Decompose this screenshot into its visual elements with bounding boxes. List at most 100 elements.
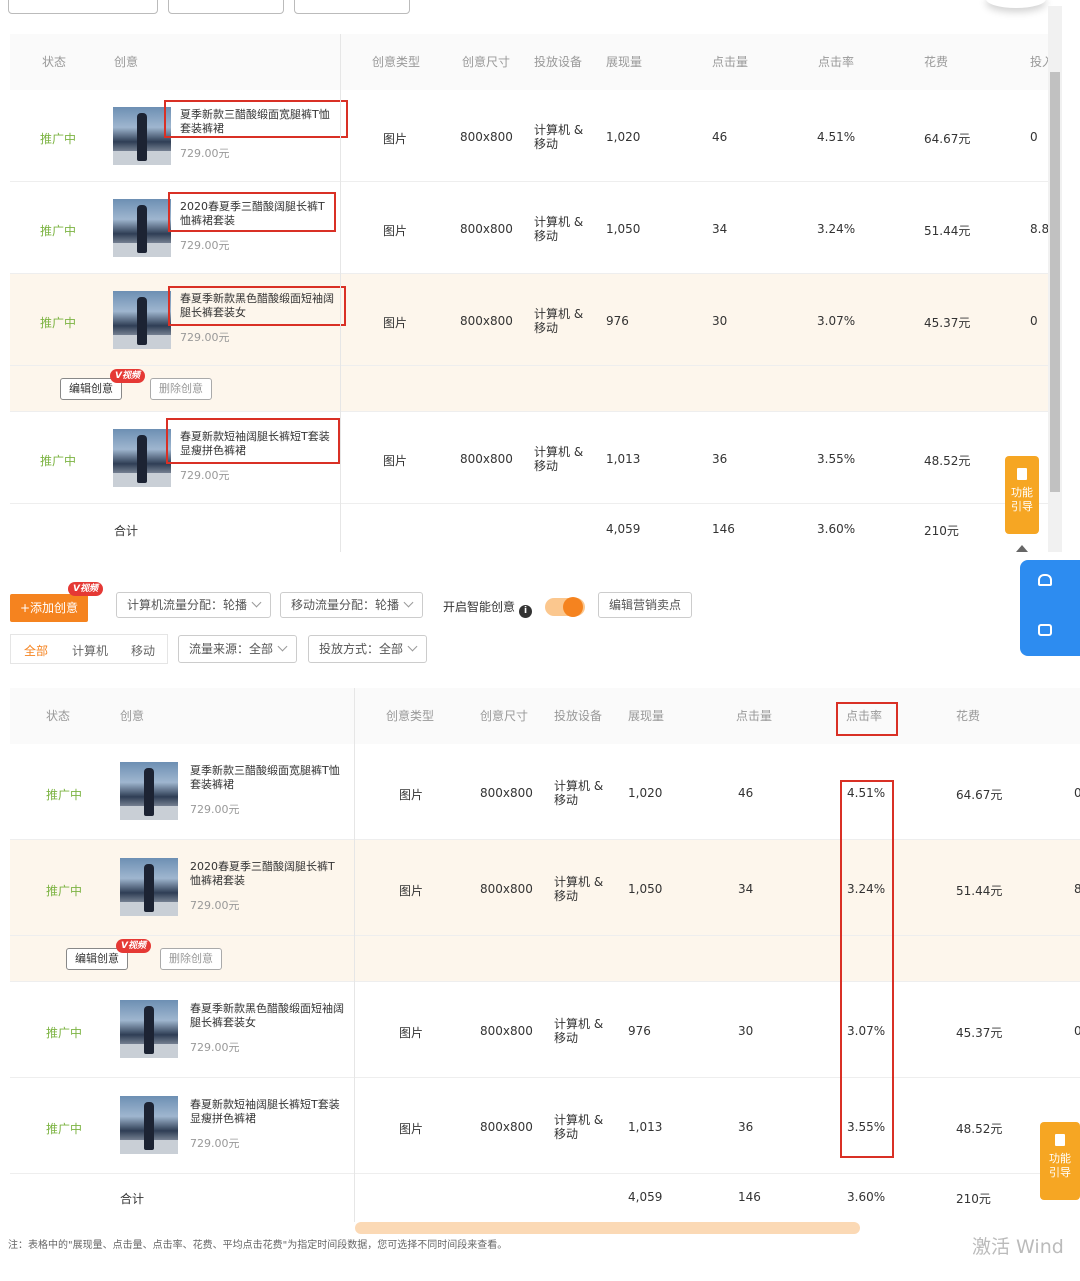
- creative-title[interactable]: 春夏新款短袖阔腿长裤短T套装显瘦拼色裤裙: [190, 1098, 350, 1126]
- table-row[interactable]: 推广中 春夏新款短袖阔腿长裤短T套装显瘦拼色裤裙 729.00元 图片 800x…: [10, 1078, 1080, 1174]
- creative-price: 729.00元: [190, 1137, 240, 1150]
- creative-price: 729.00元: [180, 239, 230, 252]
- tab-pc[interactable]: 计算机: [72, 642, 108, 659]
- creative-price: 729.00元: [180, 147, 230, 160]
- product-thumbnail[interactable]: [113, 107, 171, 165]
- delete-creative-button[interactable]: 删除创意: [160, 948, 222, 970]
- col-status: 状态: [42, 55, 67, 69]
- creative-title[interactable]: 2020春夏季三醋酸阔腿长裤T恤裤裙套装: [190, 860, 345, 888]
- guide-line2: 引导: [1011, 500, 1033, 513]
- product-thumbnail[interactable]: [113, 291, 171, 349]
- vertical-scrollbar[interactable]: [1048, 6, 1062, 552]
- top-filter-box[interactable]: [8, 0, 158, 14]
- impressions-cell: 976: [606, 314, 629, 328]
- mobile-flow-label: 移动流量分配：轮播: [291, 598, 400, 612]
- mobile-flow-select[interactable]: 移动流量分配：轮播: [280, 592, 424, 618]
- product-thumbnail[interactable]: [113, 429, 171, 487]
- product-thumbnail[interactable]: [120, 1000, 178, 1058]
- table-row[interactable]: 推广中 2020春夏季三醋酸阔腿长裤T恤裤裙套装 729.00元 图片 800x…: [10, 182, 1048, 274]
- bell-icon[interactable]: [1038, 574, 1052, 586]
- type-cell: 图片: [399, 1122, 424, 1136]
- annotation-box-ctr-header: [836, 702, 898, 736]
- video-badge: V视频: [68, 582, 103, 596]
- cost-cell: 45.37元: [924, 316, 971, 330]
- chevron-down-icon: [277, 641, 288, 652]
- col-status: 状态: [46, 709, 71, 723]
- table-row[interactable]: 推广中 2020春夏季三醋酸阔腿长裤T恤裤裙套装 729.00元 图片 800x…: [10, 840, 1080, 936]
- edit-selling-points-button[interactable]: 编辑营销卖点: [598, 592, 693, 618]
- col-impressions: 展现量: [606, 55, 643, 69]
- col-clicks: 点击量: [736, 709, 773, 723]
- traffic-source-select[interactable]: 流量来源：全部: [178, 635, 298, 663]
- chevron-down-icon: [251, 597, 262, 608]
- table-row[interactable]: 推广中 夏季新款三醋酸缎面宽腿裤T恤套装裤裙 729.00元 图片 800x80…: [10, 90, 1048, 182]
- delete-creative-button[interactable]: 删除创意: [150, 378, 212, 400]
- scroll-up-icon[interactable]: [1016, 545, 1028, 552]
- roi-cell: 8.8: [1030, 222, 1048, 236]
- annotation-box: [164, 100, 348, 138]
- annotation-box-ctr-column: [840, 780, 894, 1158]
- delivery-mode-select[interactable]: 投放方式：全部: [308, 635, 428, 663]
- chat-icon[interactable]: [1038, 624, 1052, 636]
- ctr-cell: 3.24%: [817, 222, 856, 236]
- feature-guide-button[interactable]: 功能 引导: [1005, 456, 1039, 534]
- col-clicks: 点击量: [712, 55, 749, 69]
- impressions-cell: 1,020: [606, 130, 641, 144]
- horizontal-scrollbar[interactable]: [355, 1222, 860, 1234]
- smart-creative-text: 开启智能创意: [443, 600, 516, 614]
- tab-all[interactable]: 全部: [24, 642, 48, 659]
- clicks-cell: 30: [712, 314, 728, 328]
- cost-cell: 64.67元: [956, 788, 1003, 802]
- table-row[interactable]: 推广中 春夏季新款黑色醋酸缎面短袖阔腿长裤套装女 729.00元 图片 800x…: [10, 982, 1080, 1078]
- product-thumbnail[interactable]: [113, 199, 171, 257]
- size-cell: 800x800: [480, 1024, 533, 1038]
- top-filter-box[interactable]: [294, 0, 410, 14]
- col-device: 投放设备: [534, 55, 583, 69]
- footnote: 注：表格中的"展现量、点击量、点击率、花费、平均点击花费"为指定时间段数据，您可…: [8, 1240, 508, 1251]
- top-floating-shadow: [986, 0, 1046, 8]
- delivery-mode-label: 投放方式：全部: [319, 642, 404, 656]
- total-impressions: 4,059: [628, 1190, 663, 1204]
- table-row[interactable]: 推广中 春夏新款短袖阔腿长裤短T套装显瘦拼色裤裙 729.00元 图片 800x…: [10, 412, 1048, 504]
- total-row: 合计 4,059 146 3.60% 210元: [10, 1174, 1080, 1222]
- total-label: 合计: [120, 1192, 145, 1206]
- roi-cell: 0: [1030, 314, 1038, 328]
- fixed-column-divider: [354, 688, 355, 1222]
- top-filter-box[interactable]: [168, 0, 284, 14]
- info-icon[interactable]: i: [519, 605, 533, 618]
- creative-title[interactable]: 春夏季新款黑色醋酸缎面短袖阔腿长裤套装女: [190, 1002, 350, 1030]
- impressions-cell: 1,013: [628, 1120, 663, 1134]
- table-row[interactable]: 推广中 春夏季新款黑色醋酸缎面短袖阔腿长裤套装女 729.00元 图片 800x…: [10, 274, 1048, 366]
- tab-mobile[interactable]: 移动: [131, 642, 155, 659]
- col-type: 创意类型: [372, 55, 421, 69]
- clicks-cell: 34: [712, 222, 728, 236]
- product-thumbnail[interactable]: [120, 1096, 178, 1154]
- device-cell: 计算机 & 移动: [534, 123, 584, 151]
- type-cell: 图片: [383, 316, 408, 330]
- creative-price: 729.00元: [190, 899, 240, 912]
- pc-flow-select[interactable]: 计算机流量分配：轮播: [116, 592, 272, 618]
- product-thumbnail[interactable]: [120, 858, 178, 916]
- feature-guide-button[interactable]: 功能 引导: [1040, 1122, 1080, 1200]
- creative-table-bottom: 状态 创意 创意类型 创意尺寸 投放设备 展现量 点击量 点击率 花费 推广中 …: [10, 688, 1080, 1222]
- add-creative-button[interactable]: +添加创意: [10, 594, 89, 622]
- scrollbar-thumb[interactable]: [1050, 72, 1060, 492]
- status-text: 推广中: [40, 316, 77, 330]
- creative-price: 729.00元: [180, 469, 230, 482]
- creative-price: 729.00元: [190, 1041, 240, 1054]
- smart-creative-toggle[interactable]: [545, 597, 585, 617]
- toggle-knob: [563, 597, 583, 617]
- impressions-cell: 1,013: [606, 452, 641, 466]
- col-cost: 花费: [956, 709, 981, 723]
- roi-cell: 0: [1074, 1024, 1080, 1038]
- table-row[interactable]: 推广中 夏季新款三醋酸缎面宽腿裤T恤套装裤裙 729.00元 图片 800x80…: [10, 744, 1080, 840]
- device-cell: 计算机 & 移动: [534, 445, 584, 473]
- product-thumbnail[interactable]: [120, 762, 178, 820]
- guide-line1: 功能: [1011, 486, 1033, 499]
- type-cell: 图片: [399, 788, 424, 802]
- col-creative: 创意: [114, 55, 139, 69]
- total-ctr: 3.60%: [817, 522, 856, 536]
- creative-title[interactable]: 夏季新款三醋酸缎面宽腿裤T恤套装裤裙: [190, 764, 350, 792]
- status-text: 推广中: [46, 788, 83, 802]
- total-row: 合计 4,059 146 3.60% 210元: [10, 504, 1048, 552]
